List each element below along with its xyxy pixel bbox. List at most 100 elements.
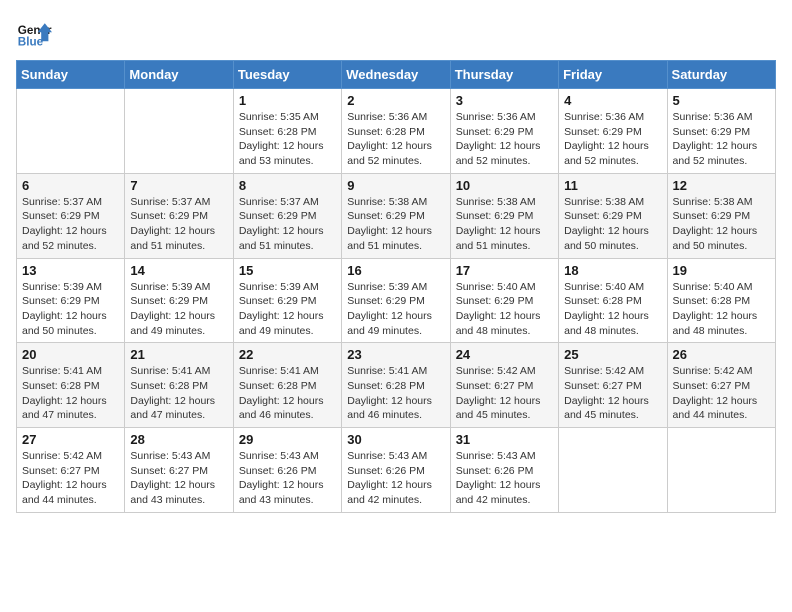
- day-header-sunday: Sunday: [17, 61, 125, 89]
- calendar-cell: [125, 89, 233, 174]
- calendar-week-row: 27Sunrise: 5:42 AM Sunset: 6:27 PM Dayli…: [17, 428, 776, 513]
- calendar-cell: 14 Sunrise: 5:39 AM Sunset: 6:29 PM Dayli…: [125, 258, 233, 343]
- day-header-thursday: Thursday: [450, 61, 558, 89]
- day-info: Sunrise: 5:42 AM Sunset: 6:27 PM Dayligh…: [673, 364, 770, 423]
- calendar-cell: 25Sunrise: 5:42 AM Sunset: 6:27 PM Dayli…: [559, 343, 667, 428]
- day-info: Sunrise: 5:41 AM Sunset: 6:28 PM Dayligh…: [239, 364, 336, 423]
- day-info: Sunrise: 5:41 AM Sunset: 6:28 PM Dayligh…: [22, 364, 119, 423]
- calendar-cell: 4 Sunrise: 5:36 AM Sunset: 6:29 PM Daylig…: [559, 89, 667, 174]
- day-number: 13: [22, 263, 119, 278]
- day-number: 20: [22, 347, 119, 362]
- day-number: 22: [239, 347, 336, 362]
- day-header-saturday: Saturday: [667, 61, 775, 89]
- day-info: Sunrise: 5:35 AM Sunset: 6:28 PM Dayligh…: [239, 110, 336, 169]
- calendar-cell: 31Sunrise: 5:43 AM Sunset: 6:26 PM Dayli…: [450, 428, 558, 513]
- day-info: Sunrise: 5:36 AM Sunset: 6:29 PM Dayligh…: [456, 110, 553, 169]
- calendar-cell: 11Sunrise: 5:38 AM Sunset: 6:29 PM Dayli…: [559, 173, 667, 258]
- calendar-cell: 22 Sunrise: 5:41 AM Sunset: 6:28 PM Dayli…: [233, 343, 341, 428]
- day-number: 1: [239, 93, 336, 108]
- calendar-cell: [17, 89, 125, 174]
- day-number: 29: [239, 432, 336, 447]
- day-info: Sunrise: 5:39 AM Sunset: 6:29 PM Dayligh…: [239, 280, 336, 339]
- day-info: Sunrise: 5:41 AM Sunset: 6:28 PM Dayligh…: [347, 364, 444, 423]
- day-number: 24: [456, 347, 553, 362]
- day-info: Sunrise: 5:38 AM Sunset: 6:29 PM Dayligh…: [347, 195, 444, 254]
- day-info: Sunrise: 5:40 AM Sunset: 6:29 PM Dayligh…: [456, 280, 553, 339]
- calendar-cell: 17 Sunrise: 5:40 AM Sunset: 6:29 PM Dayli…: [450, 258, 558, 343]
- day-number: 18: [564, 263, 661, 278]
- day-number: 2: [347, 93, 444, 108]
- calendar-cell: 23 Sunrise: 5:41 AM Sunset: 6:28 PM Dayli…: [342, 343, 450, 428]
- calendar-cell: 12 Sunrise: 5:38 AM Sunset: 6:29 PM Dayli…: [667, 173, 775, 258]
- calendar-cell: 26Sunrise: 5:42 AM Sunset: 6:27 PM Dayli…: [667, 343, 775, 428]
- day-header-monday: Monday: [125, 61, 233, 89]
- day-number: 15: [239, 263, 336, 278]
- calendar-week-row: 20 Sunrise: 5:41 AM Sunset: 6:28 PM Dayli…: [17, 343, 776, 428]
- day-number: 19: [673, 263, 770, 278]
- calendar-cell: 18 Sunrise: 5:40 AM Sunset: 6:28 PM Dayli…: [559, 258, 667, 343]
- day-number: 30: [347, 432, 444, 447]
- day-number: 14: [130, 263, 227, 278]
- day-info: Sunrise: 5:36 AM Sunset: 6:29 PM Dayligh…: [564, 110, 661, 169]
- calendar-cell: 3 Sunrise: 5:36 AM Sunset: 6:29 PM Daylig…: [450, 89, 558, 174]
- calendar-cell: 21 Sunrise: 5:41 AM Sunset: 6:28 PM Dayli…: [125, 343, 233, 428]
- calendar-week-row: 6 Sunrise: 5:37 AM Sunset: 6:29 PM Daylig…: [17, 173, 776, 258]
- calendar-cell: 8 Sunrise: 5:37 AM Sunset: 6:29 PM Daylig…: [233, 173, 341, 258]
- day-number: 6: [22, 178, 119, 193]
- day-number: 17: [456, 263, 553, 278]
- day-info: Sunrise: 5:37 AM Sunset: 6:29 PM Dayligh…: [239, 195, 336, 254]
- day-number: 11: [564, 178, 661, 193]
- calendar-cell: 1 Sunrise: 5:35 AM Sunset: 6:28 PM Daylig…: [233, 89, 341, 174]
- day-number: 28: [130, 432, 227, 447]
- day-number: 4: [564, 93, 661, 108]
- day-number: 7: [130, 178, 227, 193]
- logo: General Blue: [16, 16, 52, 52]
- day-info: Sunrise: 5:40 AM Sunset: 6:28 PM Dayligh…: [564, 280, 661, 339]
- day-info: Sunrise: 5:42 AM Sunset: 6:27 PM Dayligh…: [564, 364, 661, 423]
- day-number: 31: [456, 432, 553, 447]
- calendar-cell: 29 Sunrise: 5:43 AM Sunset: 6:26 PM Dayli…: [233, 428, 341, 513]
- day-info: Sunrise: 5:37 AM Sunset: 6:29 PM Dayligh…: [130, 195, 227, 254]
- calendar-table: SundayMondayTuesdayWednesdayThursdayFrid…: [16, 60, 776, 513]
- day-info: Sunrise: 5:39 AM Sunset: 6:29 PM Dayligh…: [347, 280, 444, 339]
- day-number: 23: [347, 347, 444, 362]
- day-info: Sunrise: 5:43 AM Sunset: 6:26 PM Dayligh…: [347, 449, 444, 508]
- calendar-cell: [559, 428, 667, 513]
- day-number: 21: [130, 347, 227, 362]
- calendar-cell: 15 Sunrise: 5:39 AM Sunset: 6:29 PM Dayli…: [233, 258, 341, 343]
- day-header-wednesday: Wednesday: [342, 61, 450, 89]
- day-number: 5: [673, 93, 770, 108]
- calendar-cell: 5 Sunrise: 5:36 AM Sunset: 6:29 PM Daylig…: [667, 89, 775, 174]
- day-info: Sunrise: 5:38 AM Sunset: 6:29 PM Dayligh…: [673, 195, 770, 254]
- day-info: Sunrise: 5:39 AM Sunset: 6:29 PM Dayligh…: [22, 280, 119, 339]
- day-info: Sunrise: 5:36 AM Sunset: 6:29 PM Dayligh…: [673, 110, 770, 169]
- day-info: Sunrise: 5:36 AM Sunset: 6:28 PM Dayligh…: [347, 110, 444, 169]
- svg-text:Blue: Blue: [18, 36, 44, 49]
- day-number: 10: [456, 178, 553, 193]
- calendar-cell: 2 Sunrise: 5:36 AM Sunset: 6:28 PM Daylig…: [342, 89, 450, 174]
- day-info: Sunrise: 5:43 AM Sunset: 6:27 PM Dayligh…: [130, 449, 227, 508]
- day-info: Sunrise: 5:40 AM Sunset: 6:28 PM Dayligh…: [673, 280, 770, 339]
- calendar-header-row: SundayMondayTuesdayWednesdayThursdayFrid…: [17, 61, 776, 89]
- day-number: 8: [239, 178, 336, 193]
- calendar-cell: 10 Sunrise: 5:38 AM Sunset: 6:29 PM Dayli…: [450, 173, 558, 258]
- day-header-friday: Friday: [559, 61, 667, 89]
- calendar-cell: 30 Sunrise: 5:43 AM Sunset: 6:26 PM Dayli…: [342, 428, 450, 513]
- calendar-cell: 13 Sunrise: 5:39 AM Sunset: 6:29 PM Dayli…: [17, 258, 125, 343]
- calendar-week-row: 1 Sunrise: 5:35 AM Sunset: 6:28 PM Daylig…: [17, 89, 776, 174]
- day-info: Sunrise: 5:37 AM Sunset: 6:29 PM Dayligh…: [22, 195, 119, 254]
- day-number: 27: [22, 432, 119, 447]
- day-info: Sunrise: 5:41 AM Sunset: 6:28 PM Dayligh…: [130, 364, 227, 423]
- day-number: 12: [673, 178, 770, 193]
- calendar-cell: 9Sunrise: 5:38 AM Sunset: 6:29 PM Daylig…: [342, 173, 450, 258]
- day-number: 3: [456, 93, 553, 108]
- day-info: Sunrise: 5:43 AM Sunset: 6:26 PM Dayligh…: [239, 449, 336, 508]
- day-info: Sunrise: 5:39 AM Sunset: 6:29 PM Dayligh…: [130, 280, 227, 339]
- day-number: 16: [347, 263, 444, 278]
- calendar-week-row: 13 Sunrise: 5:39 AM Sunset: 6:29 PM Dayli…: [17, 258, 776, 343]
- day-info: Sunrise: 5:38 AM Sunset: 6:29 PM Dayligh…: [456, 195, 553, 254]
- day-header-tuesday: Tuesday: [233, 61, 341, 89]
- calendar-cell: 19 Sunrise: 5:40 AM Sunset: 6:28 PM Dayli…: [667, 258, 775, 343]
- calendar-cell: 16 Sunrise: 5:39 AM Sunset: 6:29 PM Dayli…: [342, 258, 450, 343]
- calendar-cell: 27Sunrise: 5:42 AM Sunset: 6:27 PM Dayli…: [17, 428, 125, 513]
